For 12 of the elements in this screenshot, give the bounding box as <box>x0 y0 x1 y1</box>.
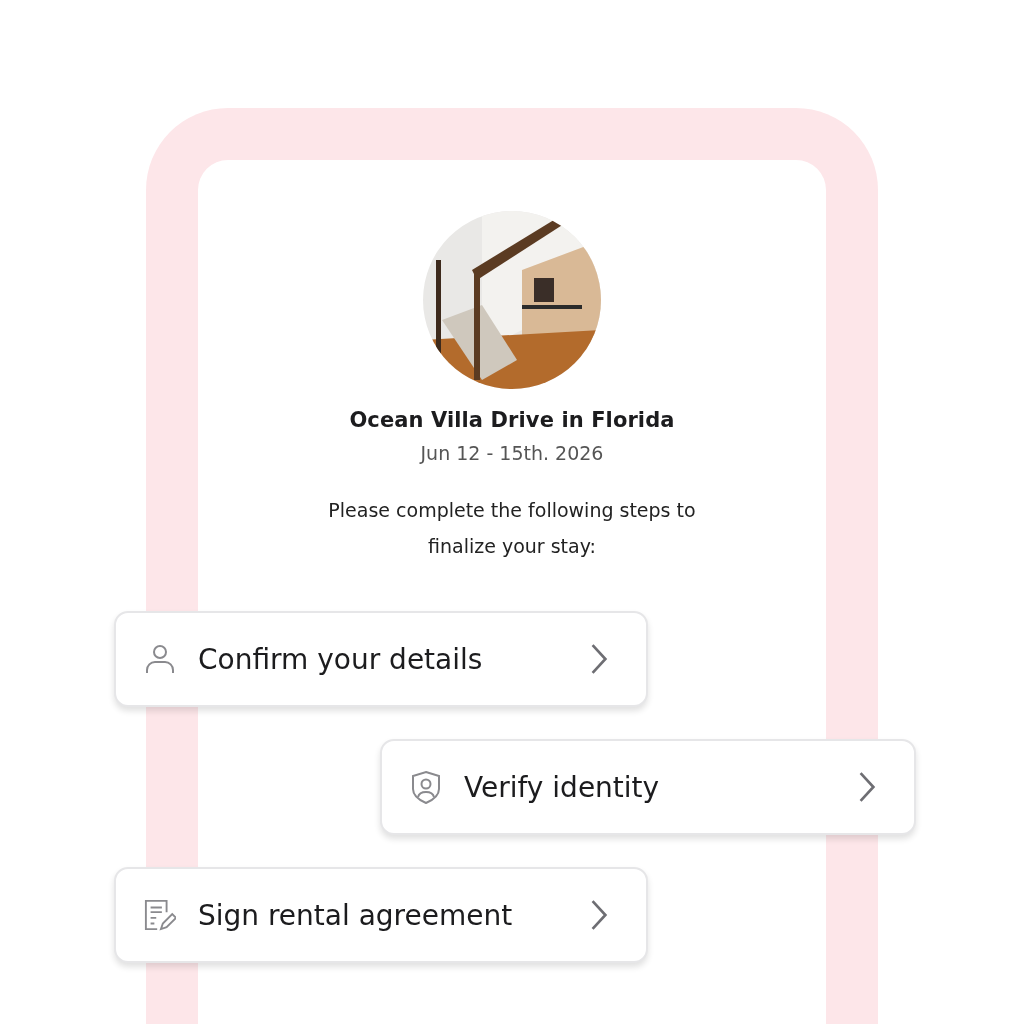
step-button[interactable]: Sign rental agreement <box>114 867 648 963</box>
step-button[interactable]: Verify identity <box>380 739 916 835</box>
property-title: Ocean Villa Drive in Florida <box>349 408 675 432</box>
stay-dates: Jun 12 - 15th. 2026 <box>420 442 604 464</box>
chevron-right-icon <box>590 643 608 675</box>
chevron-right-icon <box>858 771 876 803</box>
shield-person-icon <box>410 770 442 804</box>
step-button[interactable]: Confirm your details <box>114 611 648 707</box>
chevron-right-icon <box>590 899 608 931</box>
person-icon <box>144 642 176 676</box>
document-pen-icon <box>144 898 176 932</box>
instructions-text: Please complete the following steps to finalize your stay: <box>327 498 697 559</box>
